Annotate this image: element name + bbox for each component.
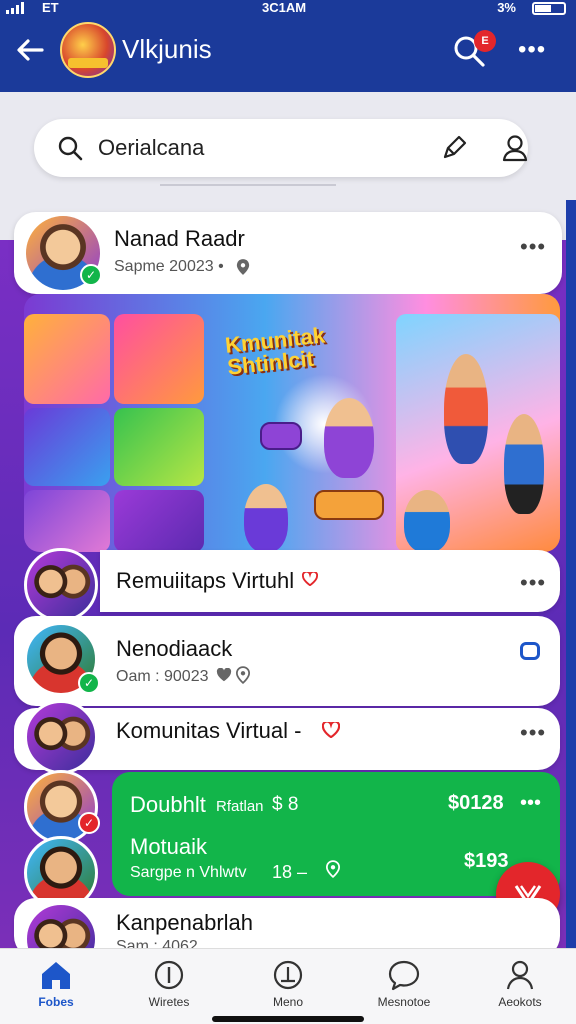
chat-bubble-icon[interactable] [520, 642, 540, 660]
banner-title: Kmunitak Shtinlcit [223, 322, 327, 380]
nav-account[interactable]: Aeokots [480, 959, 560, 1009]
person-figure [324, 398, 374, 478]
card-line1-amount: $ 8 [272, 794, 299, 815]
more-options-icon[interactable]: ••• [518, 38, 546, 62]
heart-icon [216, 668, 232, 682]
nav-label: Mesnotoe [377, 995, 431, 1009]
row-options-icon[interactable]: ••• [520, 720, 546, 746]
message-bubble-icon [388, 960, 420, 991]
list-item-title[interactable]: Komunitas Virtual - [116, 718, 301, 744]
battery-icon [532, 2, 566, 15]
card-line1-sub: Rfatlan [216, 798, 264, 815]
sign-board [314, 490, 384, 520]
signal-icon [6, 2, 24, 14]
battery-percent: 3% [497, 0, 516, 15]
verified-check-icon: ✓ [80, 264, 102, 286]
card-line2-price: $193 [464, 850, 509, 872]
post-banner-image[interactable]: Kmunitak Shtinlcit [24, 294, 560, 552]
search-icon [58, 136, 83, 161]
nav-explore[interactable]: Wiretes [129, 959, 209, 1009]
search-input[interactable]: Oerialcana [98, 135, 204, 161]
tile-illustration [24, 314, 110, 404]
nav-menu[interactable]: Meno [248, 959, 328, 1009]
nav-home[interactable]: Fobes [16, 959, 96, 1009]
status-bar: ET 3C1AM 3% [0, 0, 576, 18]
tile-illustration [114, 490, 204, 552]
edit-pen-icon[interactable] [440, 134, 468, 162]
home-indicator [212, 1016, 364, 1022]
tile-illustration [24, 408, 110, 486]
person-figure [504, 414, 544, 514]
card-line2-number: 18 – [272, 862, 308, 882]
person-figure [404, 490, 450, 552]
app-logo [60, 22, 116, 78]
list-item-title[interactable]: Remuiitaps Virtuhl [116, 568, 294, 594]
card-options-icon[interactable]: ••• [520, 792, 541, 815]
card-line2-title: Motuaik [130, 834, 208, 859]
heart-icon [322, 722, 340, 738]
post-header-card[interactable]: ✓ Nanad Raadr Sapme 20023 • ••• [14, 212, 562, 294]
nav-label: Meno [272, 995, 304, 1009]
back-arrow-icon[interactable] [14, 34, 46, 66]
search-bar[interactable]: Oerialcana [34, 119, 528, 177]
tile-illustration [24, 490, 110, 552]
nav-label: Wiretes [148, 995, 190, 1009]
compass-icon [154, 960, 184, 990]
game-console-icon [260, 422, 302, 450]
row-options-icon[interactable]: ••• [520, 570, 546, 596]
tile-illustration [114, 314, 204, 404]
clock: 3C1AM [262, 0, 307, 15]
avatar[interactable] [24, 548, 98, 622]
scrollbar-track[interactable] [566, 200, 576, 950]
add-post-icon [273, 960, 303, 990]
person-figure [444, 354, 488, 464]
avatar[interactable] [24, 700, 98, 774]
list-item-title[interactable]: Nenodiaack [116, 636, 232, 662]
person-figure [244, 484, 288, 552]
list-item-meta: Oam : 90023 [116, 668, 209, 685]
nav-label: Aeokots [498, 995, 542, 1009]
verified-check-icon: ✓ [78, 672, 100, 694]
location-pin-icon [326, 860, 340, 878]
divider [160, 184, 336, 186]
verified-check-icon: ✓ [78, 812, 100, 834]
bottom-nav: Fobes Wiretes Meno Mesnotoe Aeokots [0, 948, 576, 1024]
home-icon [42, 962, 70, 989]
nav-label: Fobes [38, 995, 74, 1009]
card-line2-sub: Sargpe n Vhlwtv [130, 864, 247, 881]
post-options-icon[interactable]: ••• [520, 234, 546, 260]
location-pin-icon [236, 666, 250, 684]
card-line1-title: Doubhlt [130, 792, 206, 817]
notification-badge: E [474, 30, 496, 52]
card-line1-price: $0128 [448, 792, 504, 814]
post-author[interactable]: Nanad Raadr [114, 226, 245, 252]
heart-icon [302, 572, 318, 586]
location-pin-icon [236, 259, 250, 275]
list-item-title[interactable]: Kanpenabrlah [116, 910, 253, 936]
carrier-label: ET [42, 0, 59, 15]
profile-icon [506, 960, 534, 990]
app-bar: ET 3C1AM 3% Vlkjunis E ••• [0, 0, 576, 92]
profile-icon[interactable] [500, 133, 530, 163]
page-title: Vlkjunis [122, 34, 212, 64]
highlight-card[interactable]: Doubhlt Rfatlan $ 8 $0128 ••• Motuaik Sa… [112, 772, 560, 896]
tile-illustration [114, 408, 204, 486]
post-meta: Sapme 20023 • [114, 258, 224, 275]
nav-messages[interactable]: Mesnotoe [364, 959, 444, 1009]
